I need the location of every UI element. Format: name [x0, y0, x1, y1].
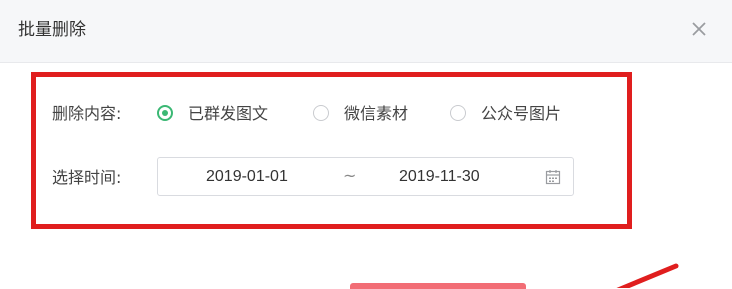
- radio-option-label: 微信素材: [344, 104, 409, 123]
- start-date-input[interactable]: 2019-01-01: [206, 167, 288, 187]
- radio-option-label: 已群发图文: [188, 104, 269, 123]
- date-range-picker[interactable]: 2019-01-01 ~ 2019-11-30: [157, 157, 574, 196]
- close-icon[interactable]: [687, 17, 711, 41]
- annotation-arrow-icon: [616, 263, 679, 288]
- delete-content-label: 删除内容:: [52, 104, 122, 123]
- radio-unchecked-icon: [313, 105, 329, 121]
- dialog-header: 批量删除: [0, 0, 732, 63]
- calendar-icon[interactable]: [545, 169, 561, 185]
- end-date-input[interactable]: 2019-11-30: [399, 167, 480, 187]
- confirm-button-partial[interactable]: [350, 283, 526, 289]
- select-time-label: 选择时间:: [52, 168, 122, 187]
- radio-option-label: 公众号图片: [481, 104, 562, 123]
- radio-unchecked-icon: [450, 105, 466, 121]
- radio-checked-icon: [157, 105, 173, 121]
- date-range-separator: ~: [343, 166, 357, 185]
- annotation-highlight-box: [31, 72, 632, 229]
- dialog-title: 批量删除: [18, 20, 86, 40]
